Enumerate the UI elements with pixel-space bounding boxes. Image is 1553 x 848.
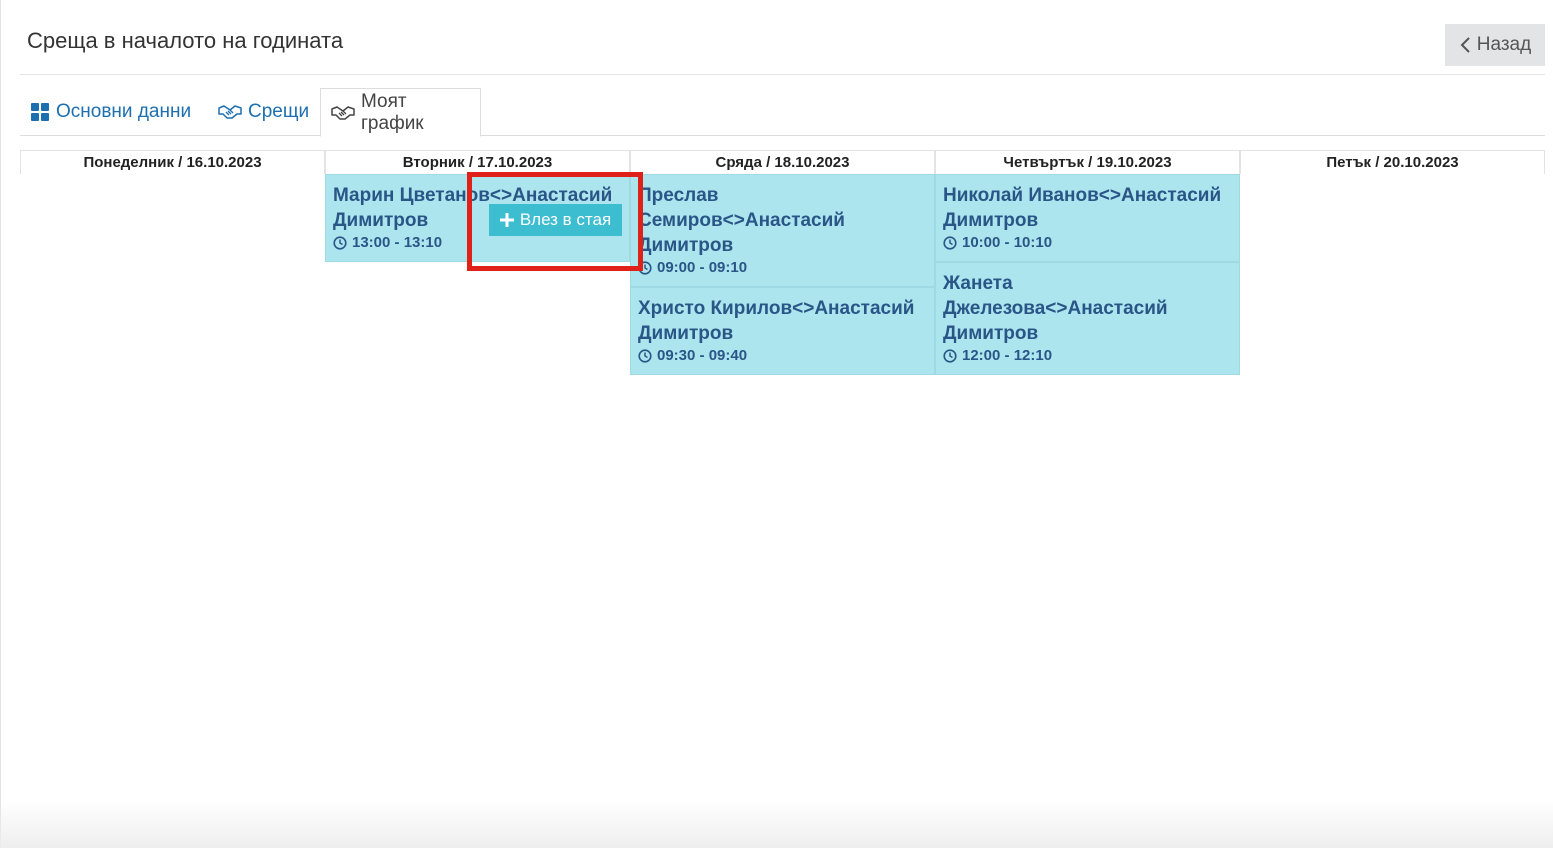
clock-icon bbox=[333, 235, 347, 250]
clock-icon bbox=[943, 348, 957, 363]
meeting-time: 09:00 - 09:10 bbox=[638, 259, 927, 276]
tab-bar: Основни данни Срещи Моят график bbox=[20, 88, 1545, 137]
page-left-border bbox=[0, 0, 1, 848]
meeting-participants: Жанета Джелезова<>Анастасий Димитров bbox=[943, 273, 1168, 344]
meeting-card[interactable]: Жанета Джелезова<>Анастасий Димитров 12:… bbox=[935, 262, 1240, 375]
meeting-card[interactable]: Преслав Семиров<>Анастасий Димитров 09:0… bbox=[630, 174, 935, 287]
meeting-time-label: 13:00 - 13:10 bbox=[352, 234, 443, 251]
back-button[interactable]: Назад bbox=[1445, 24, 1545, 66]
meeting-time-label: 10:00 - 10:10 bbox=[962, 234, 1053, 251]
tab-basic-data[interactable]: Основни данни bbox=[20, 88, 201, 136]
handshake-icon bbox=[218, 105, 242, 119]
tab-meetings[interactable]: Срещи bbox=[208, 88, 319, 136]
tab-label: Моят график bbox=[361, 90, 424, 134]
day-header-thursday: Четвъртък / 19.10.2023 bbox=[935, 150, 1240, 174]
meeting-time: 09:30 - 09:40 bbox=[638, 347, 927, 364]
chevron-left-icon bbox=[1460, 37, 1470, 53]
meeting-time: 12:00 - 12:10 bbox=[943, 347, 1232, 364]
bottom-shadow bbox=[0, 800, 1553, 848]
meeting-time-label: 09:00 - 09:10 bbox=[657, 259, 748, 276]
meeting-card[interactable]: Николай Иванов<>Анастасий Димитров 10:00… bbox=[935, 174, 1240, 262]
grid-icon bbox=[31, 103, 49, 121]
clock-icon bbox=[638, 348, 652, 363]
meeting-participants: Николай Иванов<>Анастасий Димитров bbox=[943, 185, 1222, 231]
day-header-tuesday: Вторник / 17.10.2023 bbox=[325, 150, 630, 174]
clock-icon bbox=[943, 235, 957, 250]
tab-my-schedule[interactable]: Моят график bbox=[320, 88, 481, 137]
meeting-time: 10:00 - 10:10 bbox=[943, 234, 1232, 251]
tab-label: Срещи bbox=[248, 101, 310, 122]
day-header-friday: Петък / 20.10.2023 bbox=[1240, 150, 1545, 174]
highlight-annotation bbox=[467, 172, 643, 271]
tab-label: Основни данни bbox=[56, 101, 192, 122]
meeting-participants: Преслав Семиров<>Анастасий Димитров bbox=[638, 185, 845, 256]
handshake-icon bbox=[331, 105, 355, 120]
day-header-monday: Понеделник / 16.10.2023 bbox=[20, 150, 325, 174]
meeting-time-label: 12:00 - 12:10 bbox=[962, 347, 1053, 364]
meeting-participants: Христо Кирилов<>Анастасий Димитров bbox=[638, 298, 915, 344]
day-header-wednesday: Сряда / 18.10.2023 bbox=[630, 150, 935, 174]
title-divider bbox=[20, 74, 1545, 75]
page-title: Среща в началото на годината bbox=[27, 28, 344, 53]
meeting-time-label: 09:30 - 09:40 bbox=[657, 347, 748, 364]
meeting-card[interactable]: Христо Кирилов<>Анастасий Димитров 09:30… bbox=[630, 287, 935, 375]
back-button-label: Назад bbox=[1476, 34, 1532, 55]
